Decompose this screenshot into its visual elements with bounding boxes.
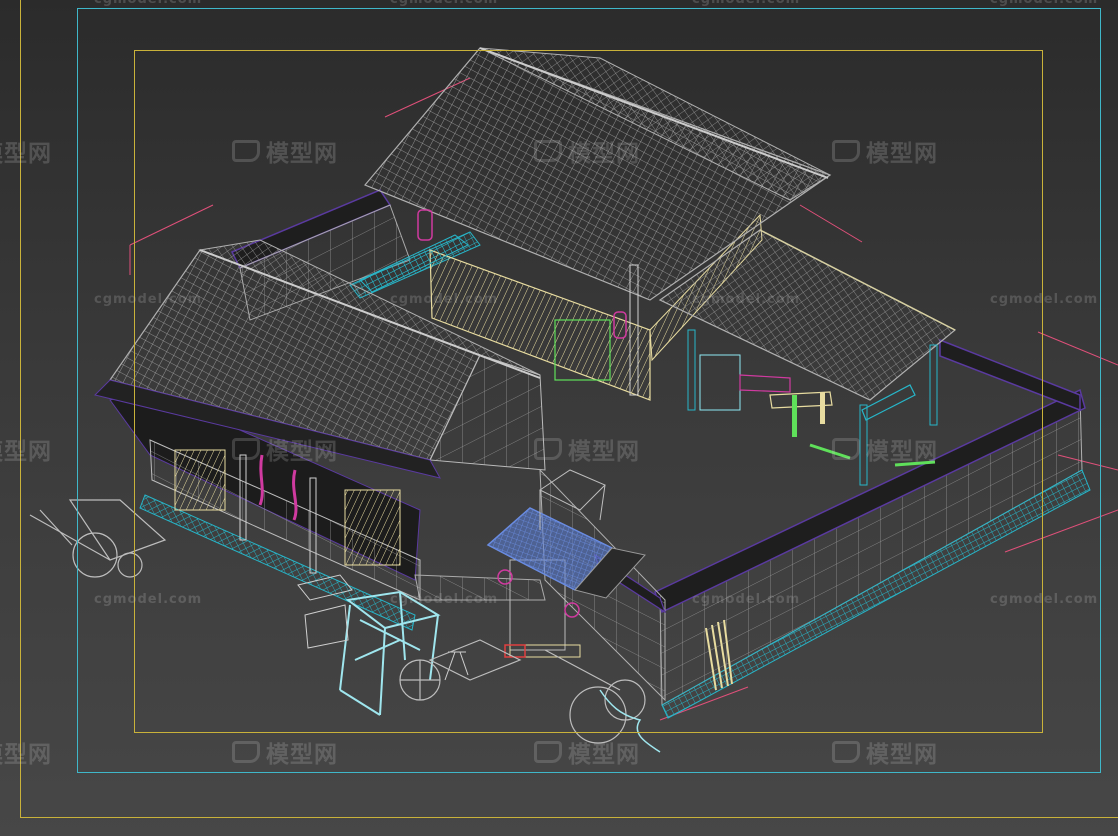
courtyard-wall-right [654, 388, 1091, 719]
wireframe-scene [29, 47, 1118, 753]
perspective-viewport[interactable]: cgmodel.com cgmodel.com cgmodel.com cgmo… [0, 0, 1118, 836]
east-hall [658, 229, 957, 486]
courtyard-wall-back-right [939, 338, 1081, 412]
ox-cart-left [29, 499, 167, 578]
